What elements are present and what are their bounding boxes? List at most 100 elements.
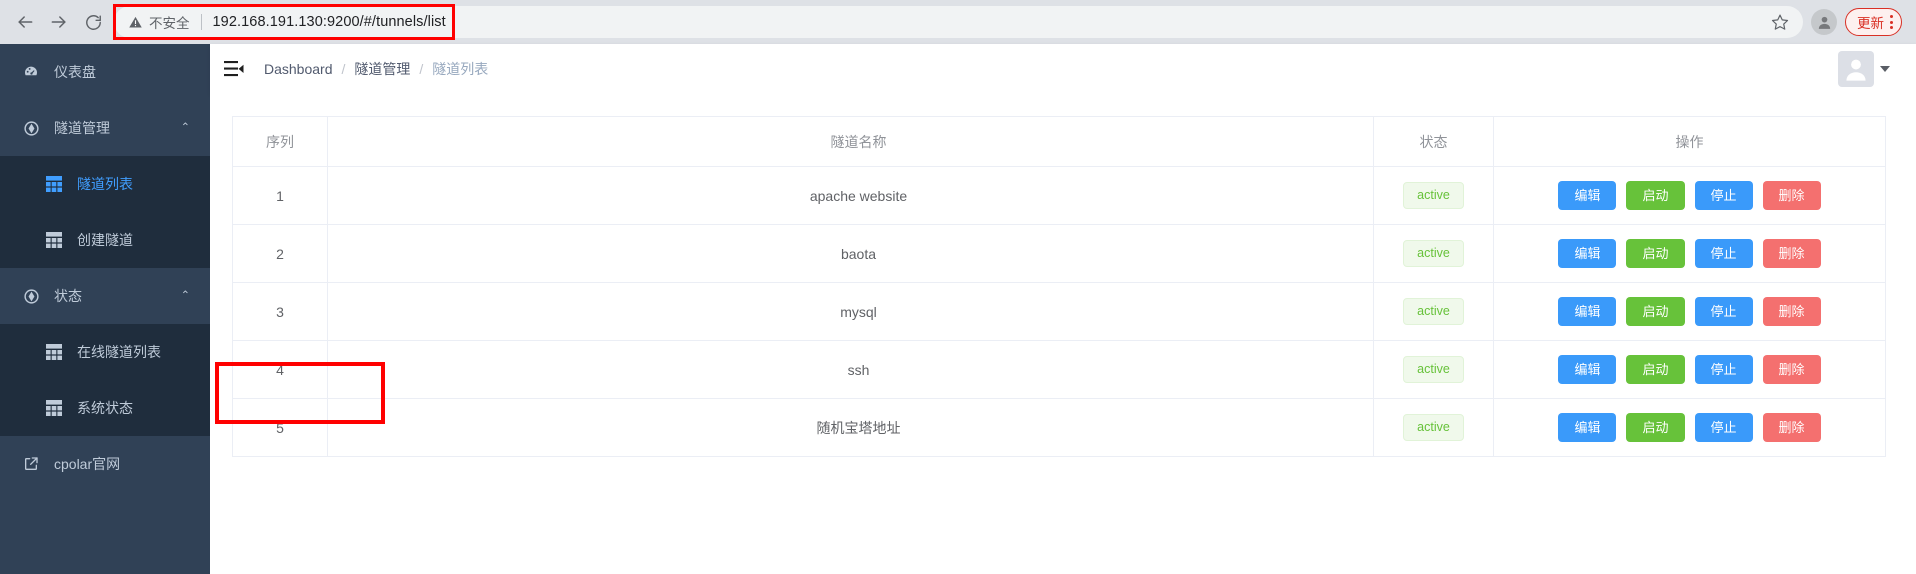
delete-button[interactable]: 删除 <box>1762 297 1821 326</box>
browser-right-controls: 更新 <box>1811 8 1906 36</box>
delete-button[interactable]: 删除 <box>1762 239 1821 268</box>
table-row[interactable]: 1 apache website active 编辑 启动 停止 删除 <box>232 166 1886 225</box>
reload-button[interactable] <box>78 7 108 37</box>
sidebar-item-label: 隧道列表 <box>77 176 133 192</box>
edit-button[interactable]: 编辑 <box>1558 297 1617 326</box>
row-actions: 编辑 启动 停止 删除 <box>1494 181 1885 210</box>
sidebar-item-online-tunnel-list[interactable]: 在线隧道列表 <box>0 324 210 380</box>
hamburger-collapse-icon[interactable] <box>224 60 244 78</box>
app-root: 仪表盘 隧道管理 ⌃ 隧道列表 创建隧道 状态 ⌃ 在线隧道列表 系统状态 cp… <box>0 44 1916 574</box>
delete-button[interactable]: 删除 <box>1762 181 1821 210</box>
edit-button[interactable]: 编辑 <box>1558 355 1617 384</box>
sidebar-item-label: 在线隧道列表 <box>77 344 161 360</box>
table-grid-icon <box>43 176 65 192</box>
cell-name: baota <box>327 224 1374 283</box>
delete-button[interactable]: 删除 <box>1762 413 1821 442</box>
edit-button[interactable]: 编辑 <box>1558 413 1617 442</box>
sidebar-group-status[interactable]: 状态 ⌃ <box>0 268 210 324</box>
stop-button[interactable]: 停止 <box>1694 297 1753 326</box>
sidebar-submenu-tunnel-management: 隧道列表 创建隧道 <box>0 156 210 268</box>
address-bar[interactable]: 不安全 192.168.191.130:9200/#/tunnels/list <box>114 6 1803 38</box>
stop-button[interactable]: 停止 <box>1694 413 1753 442</box>
table-row[interactable]: 5 随机宝塔地址 active 编辑 启动 停止 删除 <box>232 398 1886 457</box>
column-header-seq: 序列 <box>232 116 328 167</box>
sidebar-item-cpolar-website[interactable]: cpolar官网 <box>0 436 210 492</box>
row-actions: 编辑 启动 停止 删除 <box>1494 239 1885 268</box>
back-button[interactable] <box>10 7 40 37</box>
start-button[interactable]: 启动 <box>1626 297 1685 326</box>
table-header: 序列 隧道名称 状态 操作 <box>232 116 1886 167</box>
table-grid-icon <box>43 400 65 416</box>
sidebar-item-label: 系统状态 <box>77 400 133 416</box>
update-button[interactable]: 更新 <box>1845 8 1902 36</box>
status-badge: active <box>1403 356 1464 383</box>
sidebar-item-dashboard[interactable]: 仪表盘 <box>0 44 210 100</box>
dashboard-gauge-icon <box>20 64 42 80</box>
row-actions: 编辑 启动 停止 删除 <box>1494 413 1885 442</box>
caret-down-icon[interactable] <box>1880 66 1890 72</box>
delete-button[interactable]: 删除 <box>1762 355 1821 384</box>
edit-button[interactable]: 编辑 <box>1558 181 1617 210</box>
table-body: 1 apache website active 编辑 启动 停止 删除 2 ba… <box>232 166 1886 457</box>
status-badge: active <box>1403 182 1464 209</box>
warning-triangle-icon <box>129 16 142 27</box>
reload-icon <box>85 14 101 30</box>
sidebar-item-system-status[interactable]: 系统状态 <box>0 380 210 436</box>
cell-status: active <box>1373 224 1494 283</box>
sidebar-submenu-status: 在线隧道列表 系统状态 <box>0 324 210 436</box>
omnibox-divider <box>200 14 202 30</box>
table-row[interactable]: 3 mysql active 编辑 启动 停止 删除 <box>232 282 1886 341</box>
site-security-chip[interactable]: 不安全 <box>128 12 190 32</box>
page-content: 序列 隧道名称 状态 操作 1 apache website active 编辑… <box>210 94 1916 574</box>
column-header-status: 状态 <box>1373 116 1494 167</box>
cell-status: active <box>1373 282 1494 341</box>
table-row[interactable]: 2 baota active 编辑 启动 停止 删除 <box>232 224 1886 283</box>
three-dot-menu-icon[interactable] <box>1888 15 1893 29</box>
sidebar-item-label: 仪表盘 <box>54 64 96 80</box>
cell-ops: 编辑 启动 停止 删除 <box>1493 166 1886 225</box>
stop-button[interactable]: 停止 <box>1694 355 1753 384</box>
sidebar-item-label: 创建隧道 <box>77 232 133 248</box>
update-label: 更新 <box>1857 16 1884 31</box>
sidebar-group-label: 隧道管理 <box>54 120 110 136</box>
column-header-name: 隧道名称 <box>327 116 1374 167</box>
breadcrumb-item-dashboard[interactable]: Dashboard <box>264 61 333 77</box>
chevron-up-icon: ⌃ <box>180 289 190 302</box>
sidebar-item-create-tunnel[interactable]: 创建隧道 <box>0 212 210 268</box>
stop-button[interactable]: 停止 <box>1694 239 1753 268</box>
table-row[interactable]: 4 ssh active 编辑 启动 停止 删除 <box>232 340 1886 399</box>
stop-button[interactable]: 停止 <box>1694 181 1753 210</box>
cell-seq: 2 <box>232 224 328 283</box>
column-header-ops: 操作 <box>1493 116 1886 167</box>
cell-ops: 编辑 启动 停止 删除 <box>1493 340 1886 399</box>
sidebar-group-tunnel-management[interactable]: 隧道管理 ⌃ <box>0 100 210 156</box>
user-avatar-icon[interactable] <box>1838 51 1874 87</box>
sidebar: 仪表盘 隧道管理 ⌃ 隧道列表 创建隧道 状态 ⌃ 在线隧道列表 系统状态 cp… <box>0 44 210 574</box>
profile-avatar-icon <box>1818 16 1830 29</box>
breadcrumb: Dashboard / 隧道管理 / 隧道列表 <box>264 59 488 79</box>
navbar-user-menu[interactable] <box>1838 51 1890 87</box>
start-button[interactable]: 启动 <box>1626 355 1685 384</box>
cell-seq: 4 <box>232 340 328 399</box>
star-icon[interactable] <box>1771 13 1789 31</box>
start-button[interactable]: 启动 <box>1626 181 1685 210</box>
external-link-icon <box>20 456 42 472</box>
cell-ops: 编辑 启动 停止 删除 <box>1493 398 1886 457</box>
forward-arrow-icon <box>51 16 66 28</box>
cell-ops: 编辑 启动 停止 删除 <box>1493 224 1886 283</box>
breadcrumb-item-tunnel-management[interactable]: 隧道管理 <box>354 59 410 79</box>
cell-name: apache website <box>327 166 1374 225</box>
row-actions: 编辑 启动 停止 删除 <box>1494 297 1885 326</box>
edit-button[interactable]: 编辑 <box>1558 239 1617 268</box>
status-badge: active <box>1403 298 1464 325</box>
main-area: Dashboard / 隧道管理 / 隧道列表 序列 隧道名称 状态 操作 1 … <box>210 44 1916 574</box>
cell-status: active <box>1373 398 1494 457</box>
omnibox-container: 不安全 192.168.191.130:9200/#/tunnels/list <box>114 6 1803 38</box>
tunnels-table: 序列 隧道名称 状态 操作 1 apache website active 编辑… <box>232 116 1886 457</box>
start-button[interactable]: 启动 <box>1626 239 1685 268</box>
sidebar-item-tunnel-list[interactable]: 隧道列表 <box>0 156 210 212</box>
start-button[interactable]: 启动 <box>1626 413 1685 442</box>
chevron-up-icon: ⌃ <box>180 121 190 134</box>
forward-button[interactable] <box>44 7 74 37</box>
browser-profile-button[interactable] <box>1811 9 1837 35</box>
